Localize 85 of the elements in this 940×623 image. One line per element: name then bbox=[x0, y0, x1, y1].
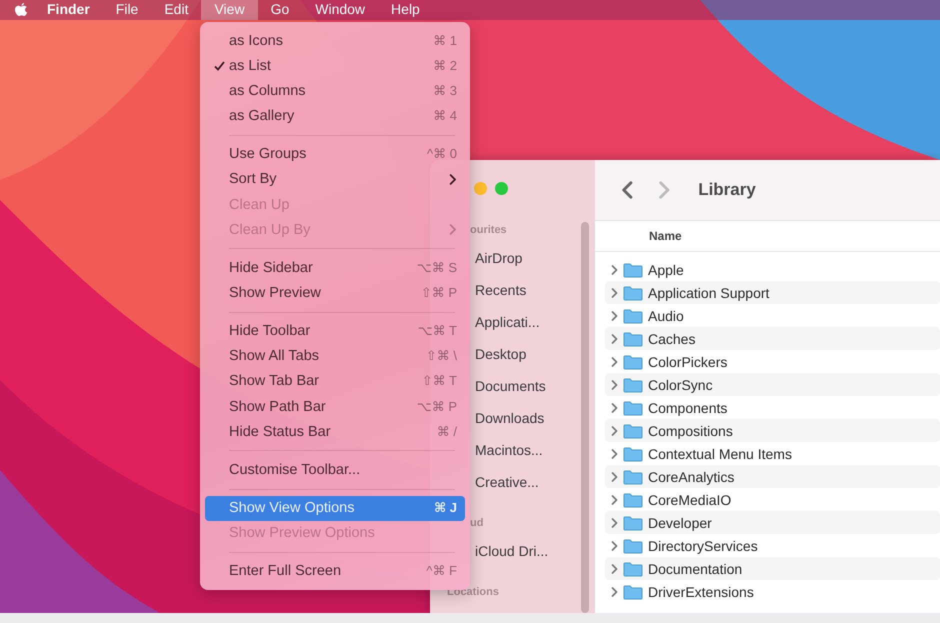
scrollbar[interactable] bbox=[581, 222, 589, 613]
window-title: Library bbox=[698, 180, 756, 200]
file-name: Compositions bbox=[648, 422, 733, 438]
sidebar-item[interactable]: AirDrop bbox=[475, 250, 522, 282]
checkmark-icon bbox=[214, 60, 225, 71]
file-row[interactable]: Audio bbox=[605, 304, 940, 327]
folder-icon bbox=[623, 400, 643, 416]
menu-item[interactable]: as Columns ⌘ 3 bbox=[205, 78, 465, 104]
file-name: Components bbox=[648, 400, 728, 416]
folder-icon bbox=[623, 308, 643, 324]
sidebar-heading: ourites bbox=[470, 224, 507, 238]
menu-item[interactable]: Sort By bbox=[205, 166, 465, 192]
file-name: Documentation bbox=[648, 560, 742, 576]
folder-icon bbox=[623, 560, 643, 576]
file-name: Contextual Menu Items bbox=[648, 446, 792, 462]
sidebar-item[interactable]: Recents bbox=[475, 282, 526, 314]
sidebar-item[interactable]: Desktop bbox=[475, 346, 526, 378]
folder-icon bbox=[623, 468, 643, 484]
menu-item[interactable]: as List ⌘ 2 bbox=[205, 53, 465, 78]
folder-icon bbox=[623, 538, 643, 554]
apple-logo-icon[interactable] bbox=[14, 2, 28, 18]
file-row[interactable]: ColorPickers bbox=[605, 350, 940, 373]
file-row[interactable]: Application Support bbox=[605, 281, 940, 304]
zoom-button[interactable] bbox=[495, 182, 508, 195]
sidebar-item[interactable]: iCloud Dri... bbox=[475, 543, 548, 575]
menu-item[interactable]: Show View Options ⌘ J bbox=[205, 496, 465, 521]
folder-icon bbox=[623, 262, 643, 278]
menu-bar-item[interactable]: Help bbox=[378, 0, 433, 20]
file-name: ColorSync bbox=[648, 376, 713, 392]
sidebar-heading: ud bbox=[470, 517, 484, 531]
file-row[interactable]: CoreAnalytics bbox=[605, 465, 940, 488]
menu-bar-item[interactable]: Window bbox=[302, 0, 378, 20]
menu-bar-item[interactable]: File bbox=[102, 0, 152, 20]
sidebar-item[interactable]: Documents bbox=[475, 378, 546, 410]
folder-icon bbox=[623, 422, 643, 438]
sidebar-item[interactable]: Macintos... bbox=[475, 442, 543, 474]
sidebar-item[interactable]: Applicati... bbox=[475, 314, 540, 346]
file-name: Apple bbox=[648, 262, 684, 278]
menu-item[interactable]: Show Preview ⇧⌘ P bbox=[205, 280, 465, 306]
folder-icon bbox=[623, 584, 643, 600]
file-name: CoreAnalytics bbox=[648, 468, 734, 484]
file-row[interactable]: Caches bbox=[605, 327, 940, 350]
menu-item[interactable]: as Icons ⌘ 1 bbox=[205, 28, 465, 54]
file-row[interactable]: CoreMediaIO bbox=[605, 488, 940, 511]
file-name: Caches bbox=[648, 330, 696, 346]
file-row[interactable]: Documentation bbox=[605, 557, 940, 580]
menu-item[interactable]: Hide Toolbar ⌥⌘ T bbox=[205, 318, 465, 344]
menu-item[interactable]: as Gallery ⌘ 4 bbox=[205, 103, 465, 129]
minimize-button[interactable] bbox=[474, 182, 487, 195]
menu-bar-item[interactable]: Go bbox=[258, 0, 302, 20]
sidebar-item[interactable]: Downloads bbox=[475, 410, 544, 442]
file-name: CoreMediaIO bbox=[648, 492, 732, 508]
menu-item[interactable]: Show Tab Bar ⇧⌘ T bbox=[205, 368, 465, 394]
menu-item[interactable]: Use Groups ^⌘ 0 bbox=[205, 142, 465, 167]
file-row[interactable]: Apple bbox=[605, 258, 940, 281]
app-menu[interactable]: Finder bbox=[34, 0, 103, 20]
menu-item[interactable]: Show Path Bar ⌥⌘ P bbox=[205, 394, 465, 420]
file-row[interactable]: Compositions bbox=[605, 419, 940, 442]
folder-icon bbox=[623, 284, 643, 300]
file-row[interactable]: ColorSync bbox=[605, 373, 940, 396]
folder-icon bbox=[623, 446, 643, 462]
folder-icon bbox=[623, 354, 643, 370]
menu-item[interactable]: Hide Status Bar ⌘ / bbox=[205, 419, 465, 444]
folder-icon bbox=[623, 514, 643, 530]
file-row[interactable]: Components bbox=[605, 396, 940, 419]
sidebar-item[interactable]: Creative... bbox=[475, 474, 539, 506]
menu-item[interactable]: Customise Toolbar... bbox=[205, 457, 465, 482]
file-row[interactable]: Contextual Menu Items bbox=[605, 442, 940, 465]
folder-icon bbox=[623, 492, 643, 508]
file-row[interactable]: DirectoryServices bbox=[605, 534, 940, 557]
column-header[interactable]: Name bbox=[649, 229, 682, 243]
file-name: Developer bbox=[648, 514, 712, 530]
folder-icon bbox=[623, 330, 643, 346]
file-name: DriverExtensions bbox=[648, 584, 754, 600]
file-name: Audio bbox=[648, 308, 684, 324]
file-row[interactable]: Developer bbox=[605, 511, 940, 534]
menu-item[interactable]: Enter Full Screen ^⌘ F bbox=[205, 558, 465, 584]
file-row[interactable]: DriverExtensions bbox=[605, 580, 940, 603]
file-name: ColorPickers bbox=[648, 354, 728, 370]
menu-bar-item[interactable]: Edit bbox=[151, 0, 202, 20]
folder-icon bbox=[623, 376, 643, 392]
file-name: DirectoryServices bbox=[648, 538, 758, 554]
menu-item[interactable]: Show All Tabs ⇧⌘ \ bbox=[205, 344, 465, 369]
file-name: Application Support bbox=[648, 284, 770, 300]
menu-item[interactable]: Hide Sidebar ⌥⌘ S bbox=[205, 255, 465, 280]
